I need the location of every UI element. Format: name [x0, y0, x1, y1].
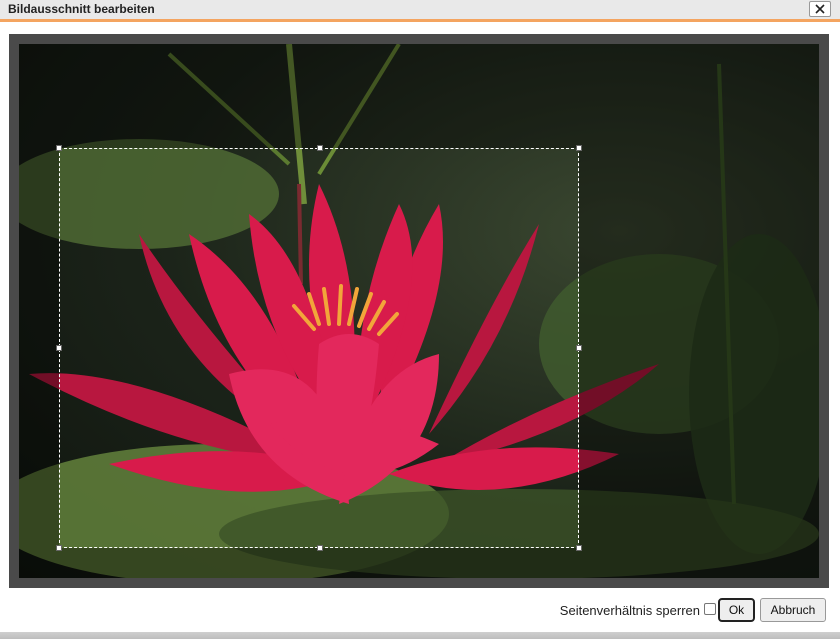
- cancel-button[interactable]: Abbruch: [760, 598, 826, 622]
- crop-handle-left[interactable]: [56, 345, 62, 351]
- crop-handle-top-left[interactable]: [56, 145, 62, 151]
- aspect-ratio-checkbox[interactable]: [704, 603, 716, 615]
- crop-canvas: [9, 34, 829, 588]
- close-icon: [815, 4, 825, 14]
- crop-handle-top[interactable]: [317, 145, 323, 151]
- lotus-photo: [19, 44, 819, 578]
- crop-selection[interactable]: [56, 145, 582, 551]
- crop-handle-bottom-right[interactable]: [576, 545, 582, 551]
- close-button[interactable]: [809, 1, 831, 17]
- crop-handle-bottom[interactable]: [317, 545, 323, 551]
- underlying-page-strip: [0, 632, 840, 639]
- aspect-ratio-label: Seitenverhältnis sperren: [559, 603, 700, 618]
- dialog-title: Bildausschnitt bearbeiten: [8, 2, 155, 16]
- crop-handle-top-right[interactable]: [576, 145, 582, 151]
- dialog-titlebar: Bildausschnitt bearbeiten: [0, 0, 840, 22]
- dialog-footer: Seitenverhältnis sperren Ok Abbruch: [0, 592, 840, 632]
- crop-handle-bottom-left[interactable]: [56, 545, 62, 551]
- ok-button[interactable]: Ok: [718, 598, 755, 622]
- crop-handle-right[interactable]: [576, 345, 582, 351]
